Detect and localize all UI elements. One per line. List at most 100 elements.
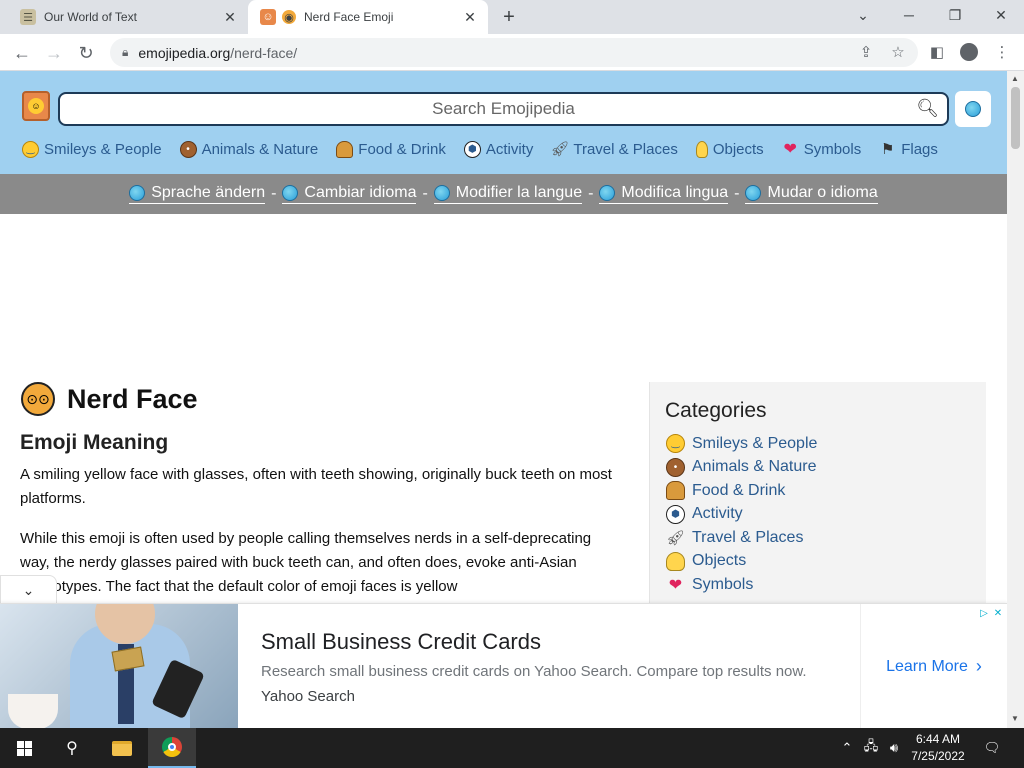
bear-icon: • bbox=[179, 140, 197, 158]
restore-button[interactable]: ❐ bbox=[932, 0, 978, 30]
tab-our-world-of-text[interactable]: ☰ Our World of Text ✕ bbox=[8, 0, 248, 34]
nav-travel-places[interactable]: 🚀︎ Travel & Places bbox=[550, 141, 678, 159]
emojipedia-favicon-icon: ☺ bbox=[260, 9, 276, 25]
nav-label: Objects bbox=[712, 140, 764, 158]
soccer-ball-icon: ⬢ bbox=[463, 140, 481, 158]
sidebar-item-travel-places[interactable]: 🚀︎ Travel & Places bbox=[666, 526, 817, 550]
lang-label: Modifier la langue bbox=[455, 184, 583, 201]
sidebar-title: Categories bbox=[665, 399, 767, 422]
tab-close-icon[interactable]: ✕ bbox=[460, 7, 480, 27]
sidebar-item-activity[interactable]: ⬢ Activity bbox=[666, 503, 817, 527]
minimize-button[interactable]: ─ bbox=[886, 0, 932, 30]
chevron-right-icon: › bbox=[975, 656, 982, 676]
nerd-face-favicon-icon: ◉ bbox=[282, 10, 296, 24]
tab-strip: ☰ Our World of Text ✕ ☺ ◉ Nerd Face Emoj… bbox=[0, 0, 1024, 34]
lang-separator: - bbox=[271, 185, 277, 202]
search-input[interactable]: Search Emojipedia 🔍︎ bbox=[58, 92, 949, 126]
bear-icon: • bbox=[666, 457, 685, 477]
lang-link-it[interactable]: Modifica lingua bbox=[599, 184, 729, 204]
sidebar-item-smileys-people[interactable]: ‿ Smileys & People bbox=[666, 432, 817, 456]
tab-nerd-face-emoji[interactable]: ☺ ◉ Nerd Face Emoji ✕ bbox=[248, 0, 488, 34]
clock-time: 6:44 AM bbox=[915, 732, 961, 746]
globe-icon bbox=[433, 185, 450, 201]
ad-badges: ▷ ✕ bbox=[977, 606, 1005, 620]
nav-symbols[interactable]: ❤ Symbols bbox=[782, 140, 862, 159]
sidebar-item-label: Travel & Places bbox=[692, 528, 804, 546]
taskbar-search-button[interactable]: ⚲ bbox=[48, 728, 96, 768]
scrollbar-thumb[interactable] bbox=[1011, 87, 1020, 149]
world-of-text-favicon-icon: ☰ bbox=[20, 9, 36, 25]
sidebar-item-objects[interactable]: Objects bbox=[666, 550, 817, 574]
learn-more-button[interactable]: Learn More › bbox=[860, 604, 1007, 728]
nav-label: Activity bbox=[485, 140, 534, 158]
chrome-icon bbox=[162, 737, 182, 757]
notifications-icon[interactable]: 🗨︎ bbox=[980, 728, 1004, 768]
ad-source: Yahoo Search bbox=[261, 688, 355, 705]
start-button[interactable] bbox=[0, 728, 48, 768]
ad-title[interactable]: Small Business Credit Cards bbox=[261, 629, 541, 655]
profile-avatar-icon[interactable] bbox=[957, 40, 981, 64]
emojipedia-logo[interactable]: ☺ bbox=[22, 91, 50, 121]
volume-icon[interactable]: 🔊︎ bbox=[884, 728, 904, 768]
ad-close-icon[interactable]: ✕ bbox=[991, 606, 1005, 620]
ad-collapse-button[interactable]: ⌄ bbox=[0, 575, 57, 605]
scroll-up-arrow-icon[interactable]: ▲ bbox=[1011, 74, 1019, 83]
category-nav: ‿ Smileys & People • Animals & Nature Food… bbox=[22, 139, 956, 159]
lang-link-de[interactable]: Sprache ändern bbox=[129, 184, 266, 204]
taskbar-clock[interactable]: 6:44 AM 7/25/2022 bbox=[902, 731, 974, 765]
tab-search-chevron-icon[interactable]: ⌄ bbox=[840, 0, 886, 30]
nav-food-drink[interactable]: Food & Drink bbox=[336, 140, 446, 158]
close-window-button[interactable]: ✕ bbox=[978, 0, 1024, 30]
smiley-icon: ‿ bbox=[22, 140, 39, 158]
logo-smiley-icon: ☺ bbox=[28, 98, 44, 114]
new-tab-button[interactable]: + bbox=[497, 5, 521, 29]
nav-smileys-people[interactable]: ‿ Smileys & People bbox=[22, 140, 162, 158]
lock-icon: 🔒︎ bbox=[122, 45, 129, 59]
tab-close-icon[interactable]: ✕ bbox=[220, 7, 240, 27]
heart-icon: ❤ bbox=[783, 141, 797, 158]
share-icon[interactable]: ⇪ bbox=[854, 40, 878, 64]
file-explorer-button[interactable] bbox=[98, 728, 146, 768]
lang-label: Modifica lingua bbox=[621, 184, 729, 201]
bookmark-star-icon[interactable]: ☆ bbox=[886, 40, 910, 64]
menu-kebab-icon[interactable]: ⋮ bbox=[990, 40, 1014, 64]
reload-button[interactable]: ↻ bbox=[72, 39, 100, 67]
page-title: Nerd Face bbox=[67, 383, 198, 414]
ad-body[interactable]: Small Business Credit Cards Research sma… bbox=[238, 604, 860, 728]
network-icon[interactable]: 🖧︎ bbox=[860, 728, 882, 768]
sidebar-item-food-drink[interactable]: Food & Drink bbox=[666, 479, 817, 503]
tray-overflow-chevron-icon[interactable]: ⌃ bbox=[838, 728, 856, 768]
learn-more-label: Learn More bbox=[886, 657, 968, 675]
sidebar-item-label: Food & Drink bbox=[692, 481, 786, 499]
lang-link-es[interactable]: Cambiar idioma bbox=[282, 184, 417, 204]
advertisement-banner[interactable]: Small Business Credit Cards Research sma… bbox=[0, 603, 1007, 728]
nav-activity[interactable]: ⬢ Activity bbox=[463, 140, 534, 158]
clock-date: 7/25/2022 bbox=[911, 749, 965, 763]
back-button[interactable]: ← bbox=[8, 39, 36, 67]
lang-link-fr[interactable]: Modifier la langue bbox=[433, 184, 583, 204]
nav-flags[interactable]: ⚑ Flags bbox=[879, 141, 938, 159]
globe-icon bbox=[745, 185, 762, 201]
address-bar[interactable]: 🔒︎ emojipedia.org/nerd-face/ bbox=[110, 38, 918, 67]
sidebar-list: ‿ Smileys & People • Animals & Nature Food… bbox=[666, 432, 817, 597]
lang-link-pt[interactable]: Mudar o idioma bbox=[745, 184, 878, 204]
nerd-face-emoji-icon: ⊙⊙ bbox=[21, 382, 55, 416]
scroll-down-arrow-icon[interactable]: ▼ bbox=[1011, 714, 1019, 723]
side-panel-icon[interactable]: ◧ bbox=[925, 40, 949, 64]
lang-label: Sprache ändern bbox=[151, 184, 266, 201]
nav-label: Symbols bbox=[803, 140, 862, 158]
sidebar-item-symbols[interactable]: ❤ Symbols bbox=[666, 573, 817, 597]
chrome-taskbar-button[interactable] bbox=[148, 728, 196, 768]
search-icon[interactable]: 🔍︎ bbox=[916, 98, 939, 119]
nav-objects[interactable]: Objects bbox=[695, 140, 764, 158]
sidebar-item-animals-nature[interactable]: • Animals & Nature bbox=[666, 456, 817, 480]
lightbulb-icon bbox=[695, 140, 708, 158]
adchoices-icon[interactable]: ▷ bbox=[977, 606, 991, 620]
forward-button[interactable]: → bbox=[40, 39, 68, 67]
ad-image[interactable] bbox=[0, 604, 238, 728]
description-paragraph: While this emoji is often used by people… bbox=[20, 530, 592, 595]
search-icon: ⚲ bbox=[66, 740, 78, 757]
page-scrollbar[interactable]: ▲ ▼ bbox=[1007, 71, 1024, 728]
nav-animals-nature[interactable]: • Animals & Nature bbox=[179, 140, 318, 158]
language-globe-button[interactable] bbox=[955, 91, 991, 127]
